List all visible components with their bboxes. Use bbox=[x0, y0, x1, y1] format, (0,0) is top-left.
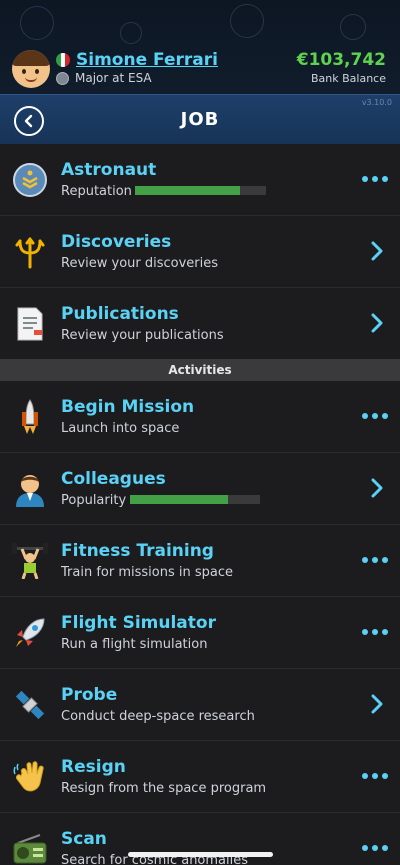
list-item-fitness-training[interactable]: Fitness Training Train for missions in s… bbox=[0, 525, 400, 597]
page-title: JOB bbox=[180, 109, 220, 130]
chevron-right-icon[interactable] bbox=[370, 477, 384, 499]
item-title: Scan bbox=[61, 829, 107, 849]
item-title: Discoveries bbox=[61, 232, 172, 252]
item-subtitle: Popularity bbox=[61, 493, 127, 508]
item-subtitle: Review your publications bbox=[61, 328, 224, 343]
more-options-icon[interactable] bbox=[362, 176, 388, 182]
bank-balance: €103,742 bbox=[296, 50, 386, 70]
more-options-icon[interactable] bbox=[362, 845, 388, 851]
item-title: Publications bbox=[61, 304, 179, 324]
item-subtitle: Conduct deep-space research bbox=[61, 709, 255, 724]
more-options-icon[interactable] bbox=[362, 557, 388, 563]
more-options-icon[interactable] bbox=[362, 629, 388, 635]
item-title: Astronaut bbox=[61, 160, 157, 180]
space-shuttle-icon bbox=[12, 399, 48, 435]
avatar[interactable] bbox=[12, 50, 50, 88]
reputation-meter bbox=[135, 186, 266, 195]
player-name[interactable]: Simone Ferrari bbox=[76, 50, 218, 70]
reputation-meter-fill bbox=[135, 186, 240, 195]
item-title: Resign bbox=[61, 757, 126, 777]
list-item-scan[interactable]: Scan Search for cosmic anomalies bbox=[0, 813, 400, 865]
title-bar: JOB v3.10.0 bbox=[0, 94, 400, 144]
section-header-activities: Activities bbox=[0, 359, 400, 381]
item-subtitle: Run a flight simulation bbox=[61, 637, 208, 652]
item-title: Begin Mission bbox=[61, 397, 195, 417]
item-subtitle: Train for missions in space bbox=[61, 565, 233, 580]
item-subtitle: Launch into space bbox=[61, 421, 180, 436]
planet-decoration bbox=[20, 6, 54, 40]
item-subtitle: Resign from the space program bbox=[61, 781, 267, 796]
planet-decoration bbox=[230, 4, 264, 38]
planet-decoration bbox=[340, 14, 366, 40]
more-options-icon[interactable] bbox=[362, 413, 388, 419]
popularity-meter bbox=[130, 495, 260, 504]
list-item-resign[interactable]: Resign Resign from the space program bbox=[0, 741, 400, 813]
profile-header: Simone Ferrari Major at ESA €103,742 Ban… bbox=[0, 0, 400, 94]
chevron-right-icon[interactable] bbox=[370, 240, 384, 262]
list-item-flight-simulator[interactable]: Flight Simulator Run a flight simulation bbox=[0, 597, 400, 669]
job-title: Major at ESA bbox=[75, 71, 152, 85]
list-item-astronaut[interactable]: Astronaut Reputation bbox=[0, 144, 400, 216]
item-title: Colleagues bbox=[61, 469, 166, 489]
home-indicator[interactable] bbox=[128, 852, 273, 857]
job-title-row: Major at ESA bbox=[56, 71, 152, 85]
list-item-discoveries[interactable]: Discoveries Review your discoveries bbox=[0, 216, 400, 288]
weightlifter-icon bbox=[12, 543, 48, 579]
waving-hand-icon bbox=[12, 759, 48, 795]
list-item-publications[interactable]: Publications Review your publications bbox=[0, 288, 400, 360]
chevron-right-icon[interactable] bbox=[370, 312, 384, 334]
chevron-right-icon[interactable] bbox=[370, 693, 384, 715]
trident-icon bbox=[12, 234, 48, 270]
list-item-begin-mission[interactable]: Begin Mission Launch into space bbox=[0, 381, 400, 453]
planet-decoration bbox=[120, 22, 142, 44]
popularity-meter-fill bbox=[130, 495, 228, 504]
radio-icon bbox=[12, 831, 48, 865]
satellite-icon bbox=[12, 687, 48, 723]
document-icon bbox=[12, 306, 48, 342]
list-item-probe[interactable]: Probe Conduct deep-space research bbox=[0, 669, 400, 741]
astronaut-rank-badge-icon bbox=[12, 162, 48, 198]
italy-flag-icon bbox=[56, 53, 70, 67]
rank-icon bbox=[56, 71, 69, 85]
version-label: v3.10.0 bbox=[361, 98, 392, 107]
list-item-colleagues[interactable]: Colleagues Popularity bbox=[0, 453, 400, 525]
item-title: Flight Simulator bbox=[61, 613, 216, 633]
rocket-icon bbox=[12, 615, 48, 651]
item-subtitle: Reputation bbox=[61, 184, 132, 199]
man-icon bbox=[12, 471, 48, 507]
player-name-row[interactable]: Simone Ferrari bbox=[56, 50, 218, 70]
item-title: Probe bbox=[61, 685, 118, 705]
item-subtitle: Review your discoveries bbox=[61, 256, 219, 271]
bank-balance-label: Bank Balance bbox=[311, 72, 386, 85]
item-title: Fitness Training bbox=[61, 541, 214, 561]
more-options-icon[interactable] bbox=[362, 773, 388, 779]
